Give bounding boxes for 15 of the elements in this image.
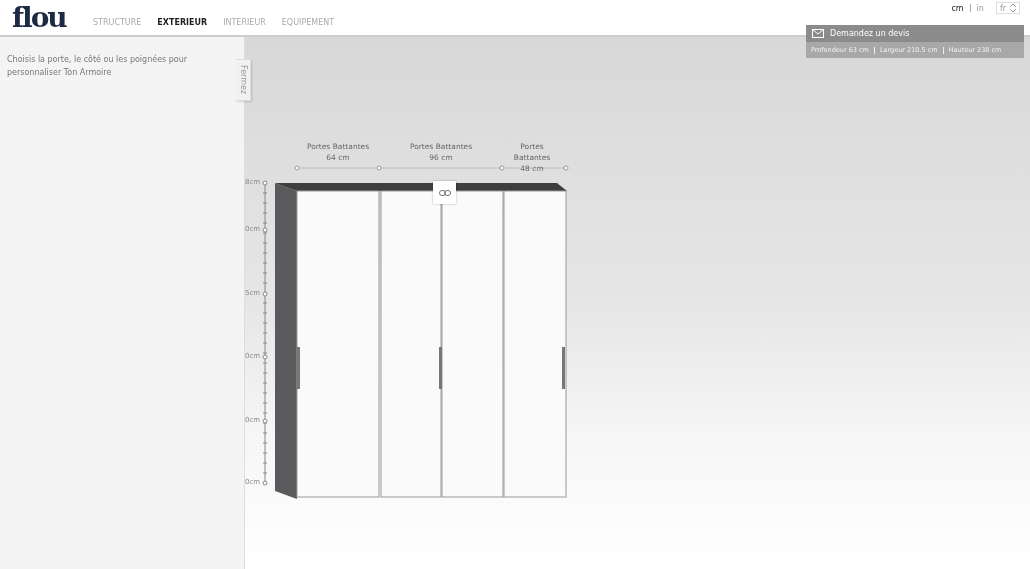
unit-toggle[interactable]: cm xyxy=(951,3,964,13)
nav-tab[interactable]: STRUCTURE xyxy=(93,18,142,27)
logo[interactable]: flou xyxy=(12,3,70,32)
nav-tab[interactable]: EQUIPEMENT xyxy=(281,18,335,27)
quote-button[interactable]: Demandez un devis xyxy=(806,25,1024,42)
link-button[interactable] xyxy=(433,181,456,204)
link-icon xyxy=(438,189,451,196)
updown-icon xyxy=(1010,3,1016,13)
instruction-text: Choisis la porte, le côté ou les poignées pour personnaliser Ton Armoire xyxy=(7,53,189,79)
nav-tab[interactable]: INTERIEUR xyxy=(223,18,266,27)
unit-toggle[interactable]: in xyxy=(976,3,984,13)
language-select[interactable]: fr xyxy=(995,2,1020,14)
nav-tab[interactable]: EXTERIEUR xyxy=(157,18,208,27)
mail-icon xyxy=(812,29,824,38)
close-tab[interactable]: Fermez xyxy=(236,59,251,101)
